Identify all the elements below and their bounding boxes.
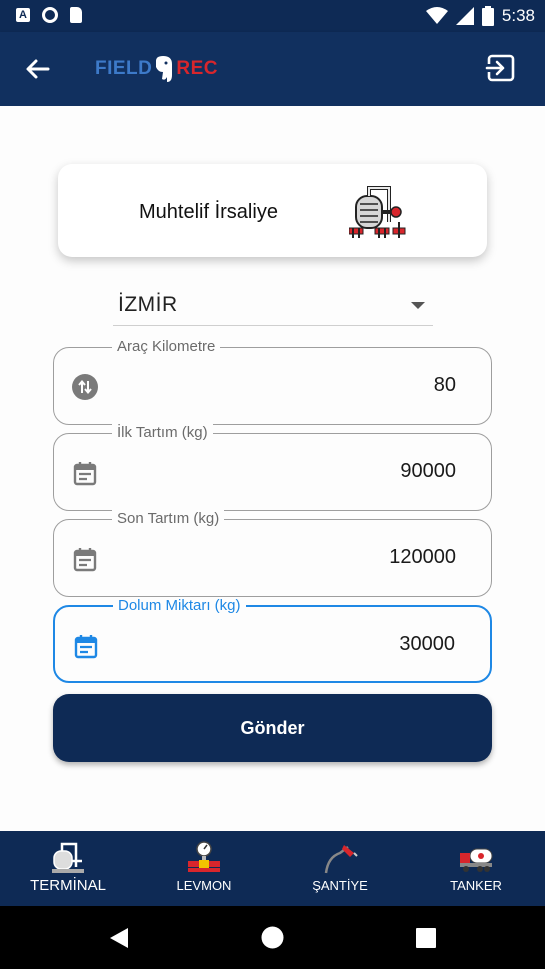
location-dropdown[interactable]: İZMİR bbox=[113, 284, 433, 326]
gauge-icon bbox=[188, 841, 220, 872]
vehicle-km-value: 80 bbox=[433, 374, 456, 396]
form-content: Muhtelif İrsaliye İZMİR Araç Kilometre 8… bbox=[0, 106, 545, 831]
last-weighing-field[interactable]: Son Tartım (kg) 120000 bbox=[53, 510, 492, 597]
first-weighing-field[interactable]: İlk Tartım (kg) 90000 bbox=[53, 424, 492, 511]
fill-amount-value: 30000 bbox=[399, 633, 455, 655]
tanker-truck-icon bbox=[460, 848, 493, 872]
caret-down-icon bbox=[411, 302, 425, 309]
signal-icon bbox=[455, 7, 474, 25]
app-bar: FIELD REC bbox=[0, 32, 545, 106]
vehicle-km-field[interactable]: Araç Kilometre 80 bbox=[53, 338, 492, 425]
last-weighing-value: 120000 bbox=[389, 546, 456, 568]
nav-tanker-label: TANKER bbox=[450, 878, 502, 893]
nav-santiye[interactable]: ŞANTİYE bbox=[272, 831, 408, 906]
nav-levmon[interactable]: LEVMON bbox=[136, 831, 272, 906]
fill-amount-label: Dolum Miktarı (kg) bbox=[113, 597, 246, 615]
nav-terminal-label: TERMİNAL bbox=[30, 877, 106, 894]
system-indicators: 5:38 bbox=[425, 6, 535, 26]
wifi-icon bbox=[425, 7, 448, 24]
status-bar: A 5:38 bbox=[0, 0, 545, 32]
notification-icons: A bbox=[16, 7, 82, 23]
system-navigation-bar bbox=[0, 906, 545, 969]
page-title: Muhtelif İrsaliye bbox=[139, 201, 278, 223]
submit-button[interactable]: Gönder bbox=[53, 694, 492, 762]
location-dropdown-value: İZMİR bbox=[118, 293, 178, 316]
elephant-logo-icon bbox=[156, 56, 173, 82]
circle-icon bbox=[42, 7, 58, 23]
nav-terminal[interactable]: TERMİNAL bbox=[0, 831, 136, 906]
calendar-icon bbox=[73, 548, 97, 572]
header-card: Muhtelif İrsaliye bbox=[58, 164, 487, 257]
exit-icon[interactable] bbox=[485, 52, 517, 84]
fuel-nozzle-icon bbox=[324, 845, 358, 874]
sd-card-icon bbox=[70, 7, 82, 23]
battery-icon bbox=[481, 6, 494, 26]
calendar-icon bbox=[73, 462, 97, 486]
first-weighing-label: İlk Tartım (kg) bbox=[112, 424, 213, 442]
recents-square-icon[interactable] bbox=[416, 928, 436, 948]
vehicle-km-label: Araç Kilometre bbox=[112, 338, 221, 356]
home-circle-icon[interactable] bbox=[261, 926, 284, 949]
nav-levmon-label: LEVMON bbox=[176, 878, 232, 893]
last-weighing-label: Son Tartım (kg) bbox=[112, 510, 225, 528]
terminal-tank-icon bbox=[52, 842, 84, 873]
app-logo: FIELD REC bbox=[95, 54, 218, 84]
logo-text-rec: REC bbox=[176, 58, 219, 79]
back-triangle-icon[interactable] bbox=[108, 926, 130, 950]
swap-vertical-icon bbox=[72, 374, 98, 400]
bottom-nav: TERMİNAL LEVMON ŞANTİYE TANKER bbox=[0, 831, 545, 906]
a-icon: A bbox=[16, 8, 30, 22]
nav-tanker[interactable]: TANKER bbox=[408, 831, 544, 906]
logo-text-field: FIELD bbox=[95, 58, 153, 79]
arrow-left-icon[interactable] bbox=[22, 54, 52, 84]
tank-icon bbox=[349, 186, 406, 238]
calendar-icon bbox=[74, 635, 98, 659]
nav-santiye-label: ŞANTİYE bbox=[312, 878, 368, 893]
clock: 5:38 bbox=[501, 6, 535, 25]
first-weighing-value: 90000 bbox=[400, 460, 456, 482]
fill-amount-field[interactable]: Dolum Miktarı (kg) 30000 bbox=[53, 597, 492, 683]
